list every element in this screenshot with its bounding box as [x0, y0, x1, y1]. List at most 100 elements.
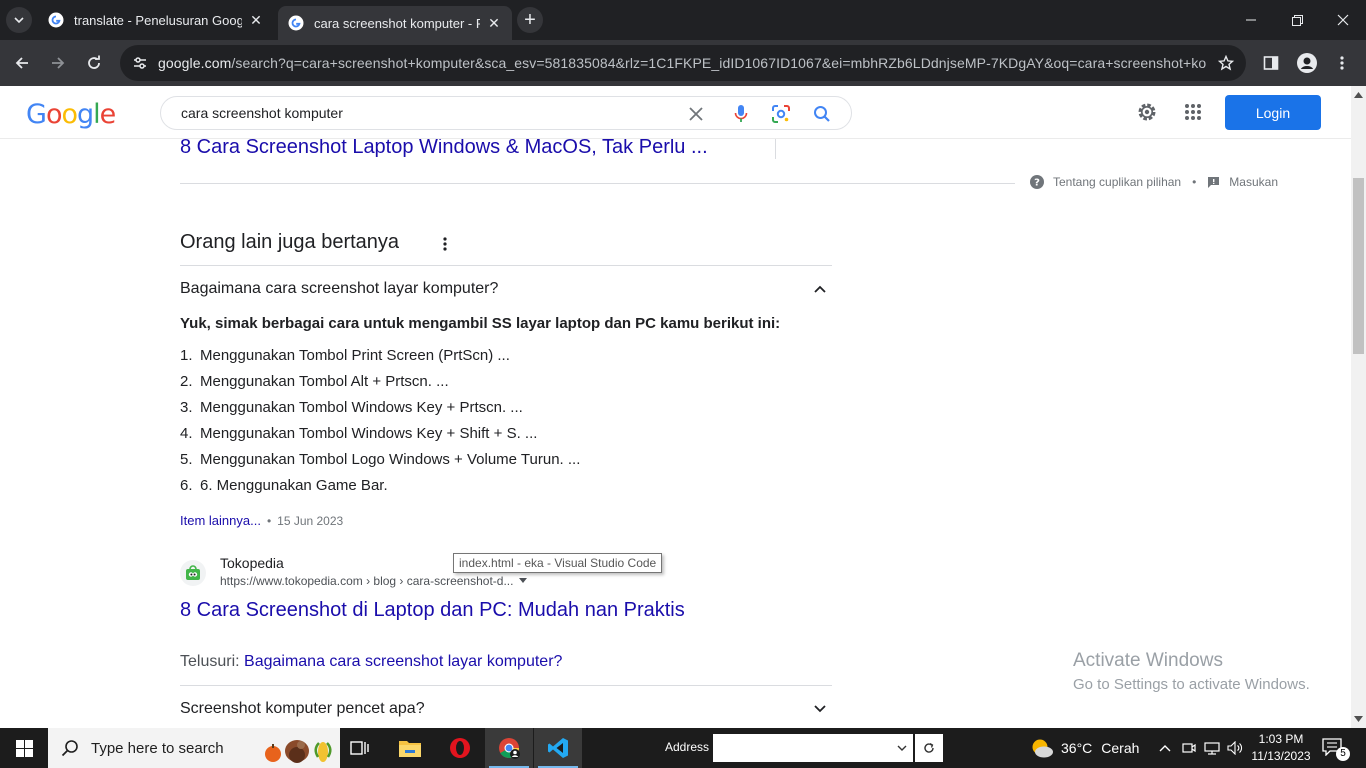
chrome-icon: [499, 738, 520, 759]
minimize-button[interactable]: [1228, 0, 1274, 40]
task-view-button[interactable]: [336, 728, 384, 768]
caret-down-icon[interactable]: [518, 577, 528, 585]
system-clock[interactable]: 1:03 PM 11/13/2023: [1246, 731, 1316, 765]
chrome-menu-button[interactable]: [1326, 47, 1358, 79]
scroll-down-icon[interactable]: [1354, 714, 1363, 723]
search-box[interactable]: cara screenshot komputer: [160, 96, 852, 130]
scroll-up-icon[interactable]: [1354, 90, 1363, 99]
logo-letter: o: [45, 99, 63, 130]
tab-search-button[interactable]: [6, 7, 32, 33]
apps-grid-icon[interactable]: [1181, 100, 1205, 124]
weather-widget[interactable]: 36°C Cerah: [1030, 728, 1139, 768]
search-icon: [61, 740, 78, 757]
result-title-link[interactable]: 8 Cara Screenshot di Laptop dan PC: Muda…: [180, 599, 685, 622]
list-text: 6. Menggunakan Game Bar.: [200, 477, 388, 494]
list-number: 2.: [180, 373, 193, 390]
list-number: 4.: [180, 425, 193, 442]
start-button[interactable]: [0, 728, 48, 768]
list-item: 6. 6. Menggunakan Game Bar.: [180, 477, 580, 503]
chrome-button[interactable]: [485, 728, 533, 768]
more-items-link[interactable]: Item lainnya...: [180, 513, 261, 528]
address-bar[interactable]: google.com/search?q=cara+screenshot+komp…: [120, 45, 1246, 81]
lens-search-icon[interactable]: [770, 103, 792, 125]
clear-search-icon[interactable]: [685, 103, 707, 125]
question-row-collapsed[interactable]: Screenshot komputer pencet apa?: [180, 687, 832, 728]
question-row-expanded[interactable]: Bagaimana cara screenshot layar komputer…: [180, 267, 832, 311]
more-options-icon[interactable]: [438, 234, 452, 254]
tab-cara-screenshot[interactable]: cara screenshot komputer - Pen ✕: [278, 6, 512, 40]
weather-desc: Cerah: [1101, 740, 1140, 756]
chevron-down-icon[interactable]: [897, 745, 907, 752]
chevron-down-icon: [14, 17, 24, 24]
logo-letter: g: [77, 99, 94, 130]
source-url[interactable]: https://www.tokopedia.com › blog › cara-…: [220, 574, 528, 588]
minimize-icon: [1246, 19, 1256, 21]
feedback-link[interactable]: Masukan: [1229, 175, 1278, 189]
explore-link[interactable]: Bagaimana cara screenshot layar komputer…: [244, 653, 562, 670]
taskbar-search[interactable]: Type here to search: [48, 728, 340, 768]
chevron-up-icon: [814, 285, 826, 293]
close-window-button[interactable]: [1320, 0, 1366, 40]
arrow-left-icon: [15, 57, 28, 69]
notification-center-button[interactable]: 5: [1322, 738, 1350, 761]
tab-title: cara screenshot komputer - Pen: [314, 15, 480, 31]
restore-icon: [1291, 14, 1303, 26]
site-info-icon[interactable]: [122, 55, 158, 71]
side-panel-button[interactable]: [1255, 47, 1287, 79]
file-explorer-button[interactable]: [386, 728, 434, 768]
taskbar-tooltip: index.html - eka - Visual Studio Code: [453, 553, 663, 573]
google-logo[interactable]: Google: [26, 99, 116, 130]
clock-date: 11/13/2023: [1251, 749, 1311, 763]
restore-button[interactable]: [1274, 0, 1320, 40]
tokopedia-favicon-icon: [180, 560, 206, 586]
close-tab-icon[interactable]: ✕: [248, 12, 264, 28]
vscode-button[interactable]: [534, 728, 582, 768]
weather-temp: 36°C: [1061, 740, 1093, 756]
profile-avatar-icon: [1297, 53, 1317, 73]
search-input[interactable]: cara screenshot komputer: [181, 105, 343, 121]
answer-date: 15 Jun 2023: [277, 513, 344, 528]
about-snippet-link[interactable]: Tentang cuplikan pilihan: [1053, 175, 1181, 189]
divider: [180, 265, 832, 266]
kebab-menu-icon: [1340, 56, 1344, 70]
voice-search-icon[interactable]: [730, 103, 752, 125]
url-text: google.com/search?q=cara+screenshot+komp…: [158, 55, 1206, 71]
bookmark-star-icon[interactable]: [1206, 55, 1246, 71]
opera-button[interactable]: [436, 728, 484, 768]
login-button[interactable]: Login: [1225, 95, 1321, 130]
settings-gear-icon[interactable]: [1135, 100, 1159, 124]
google-favicon-icon: [288, 15, 304, 31]
list-number: 3.: [180, 399, 193, 416]
result-title-link[interactable]: 8 Cara Screenshot Laptop Windows & MacOS…: [180, 139, 708, 159]
reload-button[interactable]: [78, 47, 110, 79]
more-items-row: Item lainnya... • 15 Jun 2023: [180, 513, 343, 528]
list-text: Menggunakan Tombol Windows Key + Shift +…: [200, 425, 538, 442]
separator-dot: •: [1192, 175, 1197, 189]
page-scrollbar[interactable]: [1351, 86, 1366, 728]
back-button[interactable]: [6, 47, 38, 79]
address-go-button[interactable]: [915, 734, 943, 762]
divider: [775, 139, 776, 159]
volume-icon[interactable]: [1227, 740, 1243, 756]
address-toolbar-input[interactable]: [713, 734, 913, 762]
source-site-name[interactable]: Tokopedia: [220, 555, 284, 571]
scroll-thumb[interactable]: [1353, 178, 1364, 354]
divider: [180, 685, 832, 686]
list-item: 1. Menggunakan Tombol Print Screen (PrtSc…: [180, 347, 580, 373]
search-icon[interactable]: [811, 103, 833, 125]
forward-button[interactable]: [42, 47, 74, 79]
thanksgiving-doodle-icon: [264, 740, 332, 763]
close-tab-icon[interactable]: ✕: [486, 15, 502, 31]
new-tab-button[interactable]: +: [517, 7, 543, 33]
profile-button[interactable]: [1291, 47, 1323, 79]
list-item: 4. Menggunakan Tombol Windows Key + Shift…: [180, 425, 580, 451]
watermark-title: Activate Windows: [1073, 650, 1223, 671]
meet-now-icon[interactable]: [1181, 740, 1197, 756]
activate-windows-watermark: Activate Windows Go to Settings to activ…: [1073, 650, 1310, 693]
list-text: Menggunakan Tombol Windows Key + Prtscn.…: [200, 399, 523, 416]
tab-translate[interactable]: translate - Penelusuran Google ✕: [38, 4, 274, 36]
show-hidden-icons-icon[interactable]: [1157, 740, 1173, 756]
list-number: 1.: [180, 347, 193, 364]
network-icon[interactable]: [1204, 740, 1220, 756]
tab-title: translate - Penelusuran Google: [74, 12, 242, 28]
